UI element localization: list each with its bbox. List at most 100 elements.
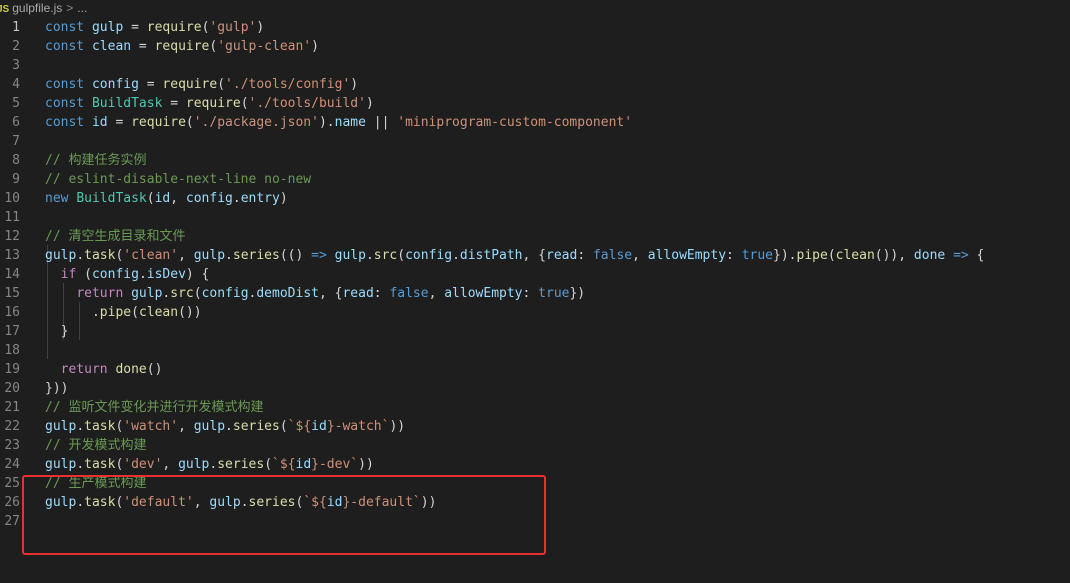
code-token: require: [162, 77, 218, 92]
code-line[interactable]: 1 const gulp = require('gulp'): [0, 18, 1070, 37]
code-token: :: [373, 286, 390, 301]
code-token: 'gulp-clean': [217, 39, 312, 54]
line-number: 24: [4, 457, 20, 472]
code-token: .: [232, 191, 241, 206]
code-content: // 清空生成目录和文件: [45, 227, 185, 246]
code-token: )): [358, 457, 374, 472]
code-token: 'dev': [123, 457, 163, 472]
chevron-right-icon: >: [66, 1, 74, 15]
code-token: ): [365, 96, 374, 111]
code-token: config: [91, 77, 139, 92]
code-token: 'miniprogram-custom-component': [397, 115, 633, 130]
code-line[interactable]: 6 const id = require('./package.json').na…: [0, 113, 1070, 132]
code-line[interactable]: 24 gulp.task('dev', gulp.series(`${id}-de…: [0, 455, 1070, 474]
line-number: 16: [4, 305, 20, 320]
code-token: =>: [311, 248, 327, 263]
code-token: entry: [240, 191, 280, 206]
code-line[interactable]: 22 gulp.task('watch', gulp.series(`${id}-…: [0, 417, 1070, 436]
code-token: , {: [522, 248, 546, 263]
code-token: }-watch`: [326, 419, 390, 434]
code-token: id: [91, 115, 108, 130]
code-line[interactable]: 9 // eslint-disable-next-line no-new: [0, 170, 1070, 189]
code-token: require: [131, 115, 186, 130]
breadcrumb-file-name[interactable]: gulpfile.js: [12, 1, 62, 15]
code-content: }: [45, 322, 69, 341]
code-token: ,: [178, 419, 194, 434]
code-content: new BuildTask(id, config.entry): [45, 189, 288, 208]
code-token: // 构建任务实例: [45, 153, 147, 168]
code-token: 'clean': [123, 248, 179, 263]
code-token: series: [232, 419, 280, 434]
code-line[interactable]: 10 new BuildTask(id, config.entry): [0, 189, 1070, 208]
line-number: 19: [4, 362, 20, 377]
code-line[interactable]: 5 const BuildTask = require('./tools/buil…: [0, 94, 1070, 113]
line-number: 13: [4, 248, 20, 263]
code-token: ||: [365, 115, 398, 130]
code-content: const id = require('./package.json').nam…: [45, 113, 632, 132]
line-number: 23: [4, 438, 20, 453]
code-token: demoDist: [256, 286, 319, 301]
code-token: const: [45, 39, 92, 54]
code-line[interactable]: 21 // 监听文件变化并进行开发模式构建: [0, 398, 1070, 417]
code-token: ,: [632, 248, 648, 263]
code-token: (: [185, 115, 194, 130]
code-line[interactable]: 11: [0, 208, 1070, 227]
code-token: allowEmpty: [647, 248, 727, 263]
code-token: ,: [178, 248, 194, 263]
line-number: 8: [12, 153, 20, 168]
line-number: 27: [4, 514, 20, 529]
code-line[interactable]: 3: [0, 56, 1070, 75]
code-token: id: [295, 457, 312, 472]
line-number: 6: [12, 115, 20, 130]
line-number: 17: [4, 324, 20, 339]
code-line[interactable]: 19 return done(): [0, 360, 1070, 379]
line-number: 14: [4, 267, 20, 282]
code-token: task: [84, 419, 116, 434]
code-line[interactable]: 4 const config = require('./tools/config'…: [0, 75, 1070, 94]
code-line[interactable]: 23 // 开发模式构建: [0, 436, 1070, 455]
code-token: // eslint-disable-next-line no-new: [45, 172, 312, 187]
code-token: :: [577, 248, 593, 263]
code-token: .: [138, 267, 147, 282]
code-token: =: [107, 115, 132, 130]
code-token: gulp: [334, 248, 366, 263]
code-token: .: [365, 248, 374, 263]
line-number: 18: [4, 343, 20, 358]
code-token: if: [60, 267, 77, 282]
code-line[interactable]: 8 // 构建任务实例: [0, 151, 1070, 170]
breadcrumb-more[interactable]: ...: [77, 1, 87, 15]
code-token: .: [76, 419, 85, 434]
code-line[interactable]: 17 }: [0, 322, 1070, 341]
code-line[interactable]: 7: [0, 132, 1070, 151]
code-token: =: [138, 77, 163, 92]
code-content: if (config.isDev) {: [45, 265, 210, 284]
code-token: src: [373, 248, 398, 263]
code-token: require: [146, 20, 202, 35]
code-token: (): [146, 362, 163, 377]
code-token: (: [193, 286, 202, 301]
code-token: BuildTask: [91, 96, 163, 111]
code-line[interactable]: 12 // 清空生成目录和文件: [0, 227, 1070, 246]
line-number: 20: [4, 381, 20, 396]
code-line[interactable]: 18: [0, 341, 1070, 360]
code-content: .pipe(clean()): [45, 303, 202, 322]
code-token: (: [76, 267, 92, 282]
code-line[interactable]: 2 const clean = require('gulp-clean'): [0, 37, 1070, 56]
code-line[interactable]: 13 gulp.task('clean', gulp.series(() => g…: [0, 246, 1070, 265]
code-line[interactable]: 15 return gulp.src(config.demoDist, {rea…: [0, 284, 1070, 303]
code-line[interactable]: 14 if (config.isDev) {: [0, 265, 1070, 284]
code-token: true: [538, 286, 570, 301]
code-token: pipe: [796, 248, 828, 263]
highlight-annotation-box: [22, 475, 546, 555]
code-token: (: [264, 457, 273, 472]
code-line[interactable]: 16 .pipe(clean()): [0, 303, 1070, 322]
code-token: pipe: [99, 305, 132, 320]
code-token: 'watch': [123, 419, 179, 434]
line-number: 10: [4, 191, 20, 206]
code-content: const config = require('./tools/config'): [45, 75, 358, 94]
code-line[interactable]: 20})): [0, 379, 1070, 398]
line-number: 22: [4, 419, 20, 434]
code-token: BuildTask: [76, 191, 147, 206]
